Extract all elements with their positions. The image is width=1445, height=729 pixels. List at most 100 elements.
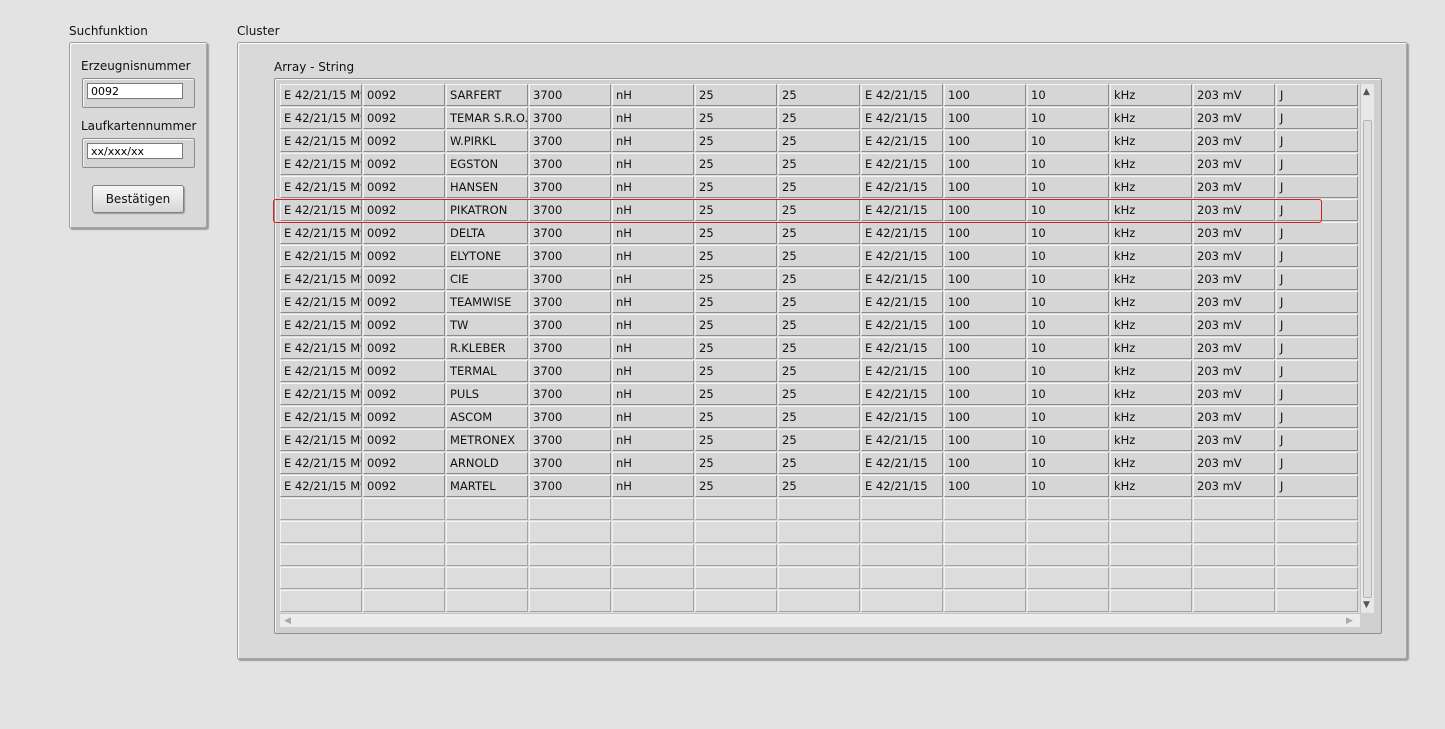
table-cell[interactable]: kHz [1110, 199, 1192, 221]
table-cell[interactable]: nH [612, 383, 694, 405]
table-cell[interactable]: 25 [778, 360, 860, 382]
table-cell[interactable]: METRONEX [446, 429, 528, 451]
table-cell[interactable]: 0092 [363, 153, 445, 175]
table-cell[interactable]: 3700 [529, 107, 611, 129]
empty-cell[interactable] [446, 521, 528, 543]
table-cell[interactable]: 25 [695, 268, 777, 290]
table-cell[interactable]: 100 [944, 176, 1026, 198]
table-cell[interactable]: E 42/21/15 [861, 429, 943, 451]
empty-cell[interactable] [944, 498, 1026, 520]
table-cell[interactable]: 10 [1027, 429, 1109, 451]
table-cell[interactable]: 3700 [529, 130, 611, 152]
table-cell[interactable]: PIKATRON [446, 199, 528, 221]
empty-cell[interactable] [944, 521, 1026, 543]
table-cell[interactable]: 10 [1027, 107, 1109, 129]
table-cell[interactable]: 25 [778, 153, 860, 175]
table-cell[interactable]: E 42/21/15 Mf [280, 222, 362, 244]
table-cell[interactable]: nH [612, 452, 694, 474]
empty-cell[interactable] [612, 590, 694, 612]
table-cell[interactable]: E 42/21/15 Mf [280, 360, 362, 382]
table-cell[interactable]: 10 [1027, 383, 1109, 405]
table-cell[interactable]: 25 [778, 176, 860, 198]
table-cell[interactable]: 25 [695, 475, 777, 497]
table-cell[interactable]: 0092 [363, 360, 445, 382]
empty-cell[interactable] [529, 544, 611, 566]
scroll-up-icon[interactable]: ▲ [1363, 87, 1370, 97]
table-cell[interactable]: 10 [1027, 314, 1109, 336]
empty-cell[interactable] [778, 498, 860, 520]
empty-cell[interactable] [280, 498, 362, 520]
table-cell[interactable]: 0092 [363, 130, 445, 152]
table-cell[interactable]: nH [612, 429, 694, 451]
empty-cell[interactable] [861, 590, 943, 612]
table-cell[interactable]: nH [612, 406, 694, 428]
empty-cell[interactable] [363, 521, 445, 543]
table-cell[interactable]: E 42/21/15 Mf [280, 130, 362, 152]
table-cell[interactable]: J [1276, 176, 1358, 198]
table-cell[interactable]: kHz [1110, 84, 1192, 106]
table-cell[interactable]: 3700 [529, 475, 611, 497]
table-cell[interactable]: MARTEL [446, 475, 528, 497]
table-cell[interactable]: kHz [1110, 176, 1192, 198]
table-cell[interactable]: 0092 [363, 176, 445, 198]
empty-cell[interactable] [446, 544, 528, 566]
table-cell[interactable]: E 42/21/15 Mf [280, 291, 362, 313]
empty-cell[interactable] [612, 498, 694, 520]
table-cell[interactable]: J [1276, 429, 1358, 451]
table-cell[interactable]: J [1276, 360, 1358, 382]
table-cell[interactable]: 25 [695, 406, 777, 428]
table-cell[interactable]: 10 [1027, 360, 1109, 382]
table-cell[interactable]: 10 [1027, 222, 1109, 244]
empty-cell[interactable] [280, 567, 362, 589]
empty-cell[interactable] [1027, 498, 1109, 520]
table-cell[interactable]: E 42/21/15 Mf [280, 314, 362, 336]
table-cell[interactable]: 3700 [529, 153, 611, 175]
table-cell[interactable]: 25 [778, 222, 860, 244]
empty-cell[interactable] [1110, 521, 1192, 543]
horizontal-scrollbar[interactable]: ◀ ▶ [280, 613, 1360, 627]
empty-cell[interactable] [1027, 590, 1109, 612]
table-cell[interactable]: J [1276, 337, 1358, 359]
table-cell[interactable]: E 42/21/15 Mf [280, 475, 362, 497]
empty-cell[interactable] [695, 521, 777, 543]
scroll-down-icon[interactable]: ▼ [1363, 600, 1370, 610]
table-cell[interactable]: 25 [695, 383, 777, 405]
empty-cell[interactable] [1276, 567, 1358, 589]
table-cell[interactable]: E 42/21/15 [861, 360, 943, 382]
table-cell[interactable]: ARNOLD [446, 452, 528, 474]
empty-cell[interactable] [612, 521, 694, 543]
empty-cell[interactable] [695, 544, 777, 566]
table-cell[interactable]: J [1276, 406, 1358, 428]
table-cell[interactable]: 100 [944, 107, 1026, 129]
table-cell[interactable]: 0092 [363, 268, 445, 290]
table-cell[interactable]: 25 [778, 406, 860, 428]
table-cell[interactable]: 0092 [363, 84, 445, 106]
table-cell[interactable]: 25 [695, 245, 777, 267]
empty-cell[interactable] [944, 567, 1026, 589]
table-cell[interactable]: 100 [944, 452, 1026, 474]
table-cell[interactable]: 3700 [529, 383, 611, 405]
table-cell[interactable]: nH [612, 199, 694, 221]
table-cell[interactable]: nH [612, 84, 694, 106]
empty-cell[interactable] [944, 544, 1026, 566]
empty-cell[interactable] [280, 544, 362, 566]
erzeugnisnummer-input[interactable] [87, 83, 183, 99]
empty-cell[interactable] [861, 544, 943, 566]
table-cell[interactable]: E 42/21/15 Mf [280, 429, 362, 451]
table-cell[interactable]: 25 [695, 84, 777, 106]
table-cell[interactable]: E 42/21/15 Mf [280, 337, 362, 359]
table-cell[interactable]: 203 mV [1193, 199, 1275, 221]
confirm-button[interactable]: Bestätigen [92, 185, 184, 213]
table-cell[interactable]: 25 [695, 452, 777, 474]
table-cell[interactable]: nH [612, 475, 694, 497]
table-cell[interactable]: 203 mV [1193, 84, 1275, 106]
empty-cell[interactable] [1193, 567, 1275, 589]
table-cell[interactable]: J [1276, 268, 1358, 290]
table-cell[interactable]: J [1276, 84, 1358, 106]
table-cell[interactable]: kHz [1110, 291, 1192, 313]
table-cell[interactable]: 25 [778, 383, 860, 405]
table-cell[interactable]: 25 [695, 291, 777, 313]
table-cell[interactable]: 3700 [529, 84, 611, 106]
table-cell[interactable]: 0092 [363, 222, 445, 244]
table-cell[interactable]: TERMAL [446, 360, 528, 382]
